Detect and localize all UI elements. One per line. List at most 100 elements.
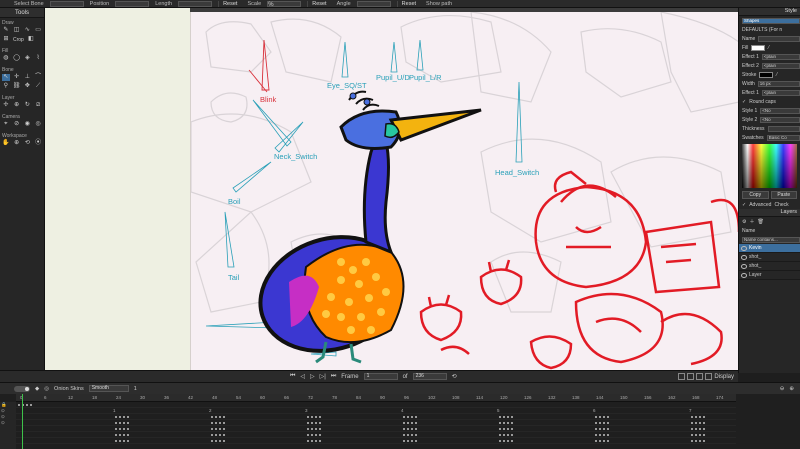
keyframe-dot[interactable] <box>211 440 213 442</box>
keyframe-dot[interactable] <box>415 440 417 442</box>
loop-icon[interactable]: ⟲ <box>452 373 457 380</box>
layers-panel-title[interactable]: Layers <box>739 209 800 217</box>
keyframe-dot[interactable] <box>411 440 413 442</box>
select-bone-label[interactable]: Select Bone <box>14 1 44 7</box>
keyframe-dot[interactable] <box>595 440 597 442</box>
keyframe-dot[interactable] <box>211 428 213 430</box>
check-label[interactable]: Check <box>774 202 788 208</box>
keyframe-dot[interactable] <box>307 428 309 430</box>
keyframe-dot[interactable] <box>26 404 28 406</box>
keyframe-dot[interactable] <box>403 440 405 442</box>
safe-area-icon[interactable] <box>696 373 704 380</box>
swatches-dropdown[interactable]: Basic Co <box>766 134 800 141</box>
keyframe-dot[interactable] <box>127 428 129 430</box>
keyframe-dot[interactable] <box>215 416 217 418</box>
fill-eyedropper-icon[interactable]: ⁄ <box>768 45 769 51</box>
keyframe-dot[interactable] <box>595 416 597 418</box>
pan-workspace-icon[interactable]: ✋ <box>2 140 10 147</box>
onion-skin-icon[interactable]: ◎ <box>44 386 49 392</box>
zoom-camera-icon[interactable]: ⊘ <box>13 121 21 128</box>
keyframe-dot[interactable] <box>699 416 701 418</box>
keyframe-dot[interactable] <box>499 428 501 430</box>
keyframe-dot[interactable] <box>119 434 121 436</box>
keyframe-dot[interactable] <box>211 434 213 436</box>
keyframe-dot[interactable] <box>503 416 505 418</box>
timeline-marker[interactable]: 3 <box>305 408 308 413</box>
keyframe-dot[interactable] <box>411 422 413 424</box>
keyframe-dot[interactable] <box>695 434 697 436</box>
keyframe-dot[interactable] <box>311 440 313 442</box>
keyframe-dot[interactable] <box>123 428 125 430</box>
bind-layer-icon[interactable]: ⛓ <box>13 83 21 90</box>
delete-layer-icon[interactable]: 🗑 <box>758 219 764 225</box>
keyframe-dot[interactable] <box>603 422 605 424</box>
keyframe-dot[interactable] <box>223 434 225 436</box>
visibility-eye-icon[interactable] <box>741 254 747 260</box>
reset-scale-button[interactable]: Reset <box>307 0 330 7</box>
keyframe-dot[interactable] <box>115 428 117 430</box>
keyframe-dot[interactable] <box>415 434 417 436</box>
timeline-row[interactable] <box>16 438 736 444</box>
color-swatch-palette[interactable] <box>742 144 797 188</box>
manipulate-bones-icon[interactable]: ⚲ <box>2 83 10 90</box>
keyframe-dot[interactable] <box>123 434 125 436</box>
blink-control[interactable] <box>248 39 270 93</box>
keyframe-dot[interactable] <box>703 416 705 418</box>
eraser-icon[interactable]: ◫ <box>13 27 21 34</box>
pupil-ud-control[interactable] <box>390 41 398 73</box>
interpolation-dropdown[interactable]: Smooth <box>88 385 129 392</box>
freehand-icon[interactable]: ∿ <box>24 27 32 34</box>
keyframe-dot[interactable] <box>607 440 609 442</box>
keyframe-dot[interactable] <box>415 416 417 418</box>
keyframe-dot[interactable] <box>699 422 701 424</box>
keyframe-dot[interactable] <box>219 428 221 430</box>
length-field[interactable] <box>178 0 213 7</box>
keyframe-dot[interactable] <box>211 416 213 418</box>
keyframe-dot[interactable] <box>315 428 317 430</box>
keyframe-dot[interactable] <box>511 434 513 436</box>
keyframe-dot[interactable] <box>507 434 509 436</box>
keyframe-dot[interactable] <box>603 428 605 430</box>
keyframe-dot[interactable] <box>603 434 605 436</box>
keyframe-dot[interactable] <box>499 422 501 424</box>
keyframe-dot[interactable] <box>119 440 121 442</box>
canvas-document[interactable]: Blink Eye_SQ/ST Pupil_U/D Pupil_L/R Neck… <box>190 12 738 370</box>
total-frames-field[interactable]: 236 <box>412 373 447 380</box>
keyframe-dot[interactable] <box>599 422 601 424</box>
keyframe-dot[interactable] <box>311 416 313 418</box>
rewind-icon[interactable]: ⏮ <box>290 373 295 380</box>
rotate-layer-icon[interactable]: ↻ <box>24 102 32 109</box>
keyframe-dot[interactable] <box>695 422 697 424</box>
style-panel-title[interactable]: Style <box>739 8 800 16</box>
stroke-eyedropper-icon[interactable]: ⁄ <box>776 72 777 78</box>
keyframe-dot[interactable] <box>311 422 313 424</box>
bird-character[interactable] <box>246 90 482 369</box>
keyframe-dot[interactable] <box>691 416 693 418</box>
keyframe-dot[interactable] <box>403 416 405 418</box>
zoom-out-icon[interactable]: ⊖ <box>780 386 785 392</box>
keyframe-dot[interactable] <box>691 434 693 436</box>
layer-search-input[interactable]: Name contains... <box>742 236 800 243</box>
keyframe-dot[interactable] <box>607 422 609 424</box>
keyframe-dot[interactable] <box>691 428 693 430</box>
eye-sq-st-control[interactable] <box>341 41 349 78</box>
keyframe-dot[interactable] <box>115 422 117 424</box>
keyframe-dot[interactable] <box>223 422 225 424</box>
timeline-ruler[interactable]: 0612182430364248546066727884909610210811… <box>16 394 736 402</box>
stroke-color-swatch[interactable] <box>759 71 774 78</box>
keyframe-dot[interactable] <box>127 422 129 424</box>
keyframe-dot[interactable] <box>307 416 309 418</box>
orbit-workspace-icon[interactable]: ⦿ <box>34 140 42 147</box>
keyframe-dot[interactable] <box>223 416 225 418</box>
keyframe-dot[interactable] <box>499 416 501 418</box>
keyframe-dot[interactable] <box>599 428 601 430</box>
reset-length-button[interactable]: Reset <box>218 0 241 7</box>
paste-style-button[interactable]: Paste <box>770 191 797 199</box>
neck-switch-control-b[interactable] <box>274 121 304 153</box>
shapes-dropdown[interactable]: Shapes <box>742 17 800 24</box>
shear-layer-icon[interactable]: ⧄ <box>34 102 42 109</box>
style1-dropdown[interactable]: <No <box>760 107 800 114</box>
keyframe-dot[interactable] <box>507 422 509 424</box>
keyframe-dot[interactable] <box>511 440 513 442</box>
timeline-toggle[interactable] <box>14 385 30 392</box>
